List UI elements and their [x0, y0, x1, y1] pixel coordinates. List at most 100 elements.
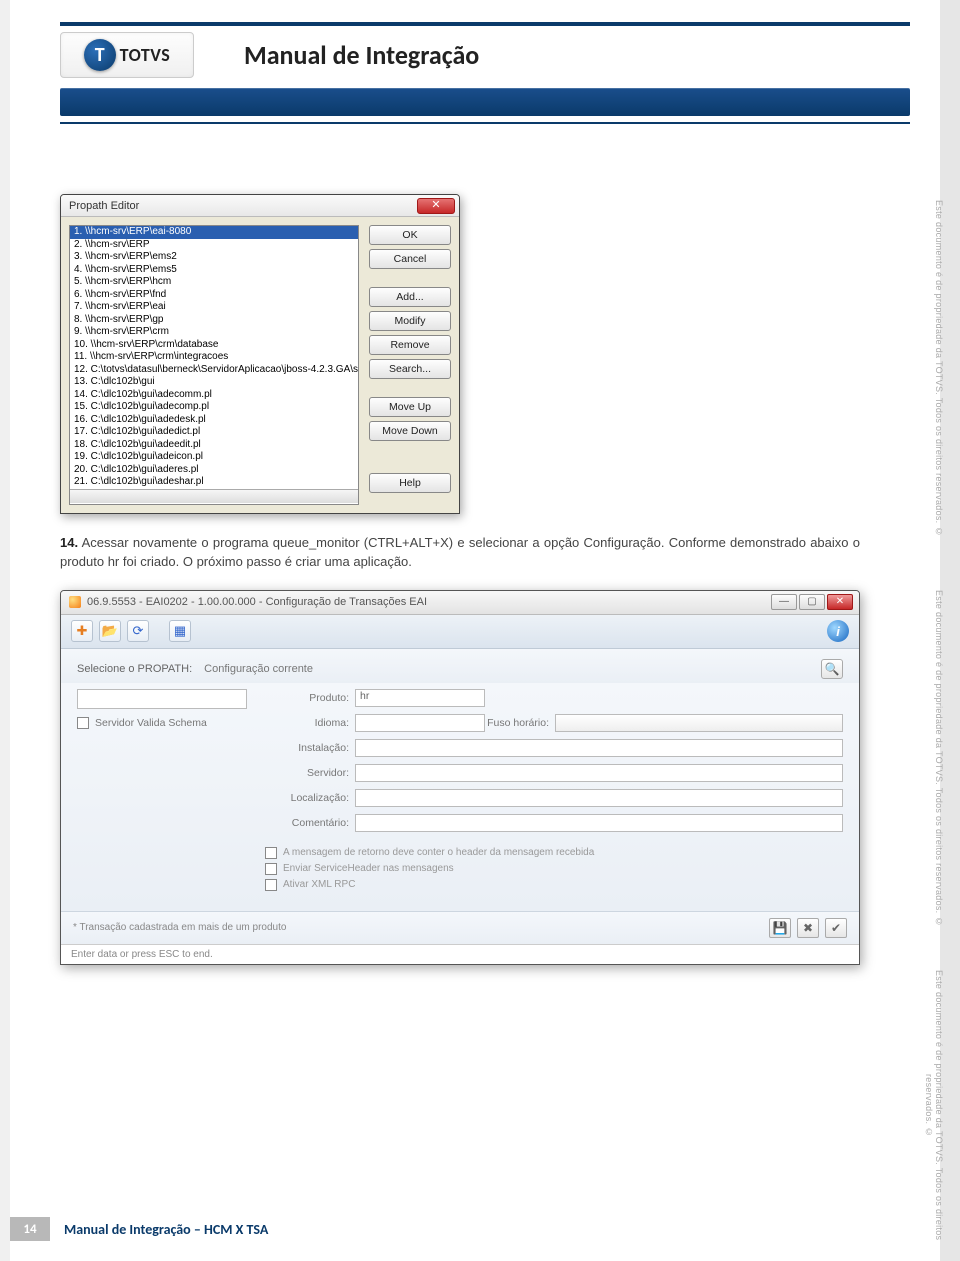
header-row: T TOTVS Manual de Integração: [60, 32, 910, 78]
ok-button[interactable]: OK: [369, 225, 451, 245]
schema-checkbox-row[interactable]: Servidor Valida Schema: [77, 717, 247, 729]
idioma-label: Idioma:: [265, 717, 355, 729]
copyright-vertical: Este documento é de propriedade da TOTVS…: [920, 200, 944, 537]
list-item[interactable]: 21. C:\dlc102b\gui\adeshar.pl: [70, 476, 358, 489]
help-button[interactable]: Help: [369, 473, 451, 493]
list-item[interactable]: 7. \\hcm-srv\ERP\eai: [70, 301, 358, 314]
eai-left-pane: Servidor Valida Schema: [77, 689, 247, 895]
footer-title: Manual de Integração – HCM X TSA: [64, 1221, 268, 1238]
minimize-button[interactable]: —: [771, 594, 797, 610]
list-item[interactable]: 9. \\hcm-srv\ERP\crm: [70, 326, 358, 339]
schema-checkbox-label: Servidor Valida Schema: [95, 717, 207, 729]
cancel-icon[interactable]: ✖: [797, 918, 819, 938]
info-icon[interactable]: i: [827, 620, 849, 642]
toolbar-new-icon[interactable]: ✚: [71, 620, 93, 642]
eai-toolbar: ✚ 📂 ⟳ ▦ i: [61, 615, 859, 649]
checkbox-icon[interactable]: [265, 879, 277, 891]
search-button[interactable]: Search...: [369, 359, 451, 379]
produto-label: Produto:: [265, 692, 355, 704]
copyright-vertical: Este documento é de propriedade da TOTVS…: [920, 950, 944, 1261]
check-row[interactable]: Enviar ServiceHeader nas mensagens: [265, 863, 843, 875]
localizacao-input[interactable]: [355, 789, 843, 807]
toolbar-refresh-icon[interactable]: ⟳: [127, 620, 149, 642]
cancel-button[interactable]: Cancel: [369, 249, 451, 269]
confirm-icon[interactable]: ✔: [825, 918, 847, 938]
instalacao-label: Instalação:: [265, 742, 355, 754]
eai-window-title: 06.9.5553 - EAI0202 - 1.00.00.000 - Conf…: [87, 596, 427, 608]
modify-button[interactable]: Modify: [369, 311, 451, 331]
list-item[interactable]: 18. C:\dlc102b\gui\adeedit.pl: [70, 439, 358, 452]
localizacao-label: Localização:: [265, 792, 355, 804]
footer-action-icons: 💾 ✖ ✔: [769, 918, 847, 938]
check-row[interactable]: Ativar XML RPC: [265, 879, 843, 891]
header-rule-top: [60, 22, 910, 26]
check-row[interactable]: A mensagem de retorno deve conter o head…: [265, 847, 843, 859]
list-item[interactable]: 16. C:\dlc102b\gui\adedesk.pl: [70, 414, 358, 427]
search-icon[interactable]: 🔍: [821, 659, 843, 679]
list-item[interactable]: 4. \\hcm-srv\ERP\ems5: [70, 264, 358, 277]
comentario-input[interactable]: [355, 814, 843, 832]
fuso-select[interactable]: [555, 714, 843, 732]
list-item[interactable]: 6. \\hcm-srv\ERP\fnd: [70, 289, 358, 302]
save-icon[interactable]: 💾: [769, 918, 791, 938]
list-item[interactable]: 11. \\hcm-srv\ERP\crm\integracoes: [70, 351, 358, 364]
eai-titlebar: 06.9.5553 - EAI0202 - 1.00.00.000 - Conf…: [61, 591, 859, 615]
propath-listbox[interactable]: 1. \\hcm-srv\ERP\eai-8080 2. \\hcm-srv\E…: [69, 225, 359, 505]
app-icon: [69, 596, 81, 608]
idioma-input[interactable]: [355, 714, 485, 732]
list-item[interactable]: 12. C:\totvs\datasul\berneck\ServidorApl…: [70, 364, 358, 377]
logo-emblem: T: [84, 39, 116, 71]
propath-titlebar: Propath Editor ✕: [61, 195, 459, 217]
logo-text: TOTVS: [120, 44, 171, 66]
maximize-button[interactable]: ▢: [799, 594, 825, 610]
add-button[interactable]: Add...: [369, 287, 451, 307]
list-item[interactable]: 8. \\hcm-srv\ERP\gp: [70, 314, 358, 327]
instalacao-input[interactable]: [355, 739, 843, 757]
page-footer: 14 Manual de Integração – HCM X TSA: [10, 1217, 268, 1241]
eai-form: Produto: hr Idioma: Fuso horário: Instal…: [265, 689, 843, 895]
step-number: 14.: [60, 535, 78, 550]
propath-value: Configuração corrente: [204, 663, 313, 675]
propath-label: Selecione o PROPATH:: [77, 663, 192, 675]
step-text: Acessar novamente o programa queue_monit…: [60, 535, 860, 569]
close-button[interactable]: ✕: [417, 198, 455, 214]
servidor-input[interactable]: [355, 764, 843, 782]
options-checkboxes: A mensagem de retorno deve conter o head…: [265, 847, 843, 895]
move-up-button[interactable]: Move Up: [369, 397, 451, 417]
propath-body: 1. \\hcm-srv\ERP\eai-8080 2. \\hcm-srv\E…: [61, 217, 459, 513]
checkbox-icon[interactable]: [77, 717, 89, 729]
checkbox-icon[interactable]: [265, 847, 277, 859]
move-down-button[interactable]: Move Down: [369, 421, 451, 441]
produto-input[interactable]: hr: [355, 689, 485, 707]
status-bar: Enter data or press ESC to end.: [61, 944, 859, 964]
list-item[interactable]: 13. C:\dlc102b\gui: [70, 376, 358, 389]
check1-label: A mensagem de retorno deve conter o head…: [283, 847, 594, 858]
window-buttons: — ▢ ✕: [771, 594, 853, 610]
eai-main: Servidor Valida Schema Produto: hr Idiom…: [61, 683, 859, 911]
propath-editor-window: Propath Editor ✕ 1. \\hcm-srv\ERP\eai-80…: [60, 194, 460, 514]
document-page: T TOTVS Manual de Integração Propath Edi…: [10, 0, 940, 1261]
toolbar-open-icon[interactable]: 📂: [99, 620, 121, 642]
list-item[interactable]: 5. \\hcm-srv\ERP\hcm: [70, 276, 358, 289]
list-item[interactable]: 17. C:\dlc102b\gui\adedict.pl: [70, 426, 358, 439]
list-item[interactable]: 2. \\hcm-srv\ERP: [70, 239, 358, 252]
remove-button[interactable]: Remove: [369, 335, 451, 355]
footnote-text: * Transação cadastrada em mais de um pro…: [73, 922, 286, 933]
list-item[interactable]: 15. C:\dlc102b\gui\adecomp.pl: [70, 401, 358, 414]
list-item[interactable]: 19. C:\dlc102b\gui\adeicon.pl: [70, 451, 358, 464]
product-selection-box[interactable]: [77, 689, 247, 709]
header-band: [60, 88, 910, 116]
copyright-vertical: Este documento é de propriedade da TOTVS…: [920, 590, 944, 927]
list-item[interactable]: 1. \\hcm-srv\ERP\eai-8080: [70, 226, 358, 239]
close-button[interactable]: ✕: [827, 594, 853, 610]
propath-button-column: OK Cancel Add... Modify Remove Search...…: [369, 225, 451, 505]
list-item[interactable]: 10. \\hcm-srv\ERP\crm\database: [70, 339, 358, 352]
propath-window-title: Propath Editor: [69, 200, 139, 212]
list-item[interactable]: 3. \\hcm-srv\ERP\ems2: [70, 251, 358, 264]
page-number: 14: [10, 1217, 50, 1241]
checkbox-icon[interactable]: [265, 863, 277, 875]
list-item[interactable]: 20. C:\dlc102b\gui\aderes.pl: [70, 464, 358, 477]
list-item[interactable]: 14. C:\dlc102b\gui\adecomm.pl: [70, 389, 358, 402]
horizontal-scrollbar[interactable]: [70, 489, 358, 503]
toolbar-view-icon[interactable]: ▦: [169, 620, 191, 642]
